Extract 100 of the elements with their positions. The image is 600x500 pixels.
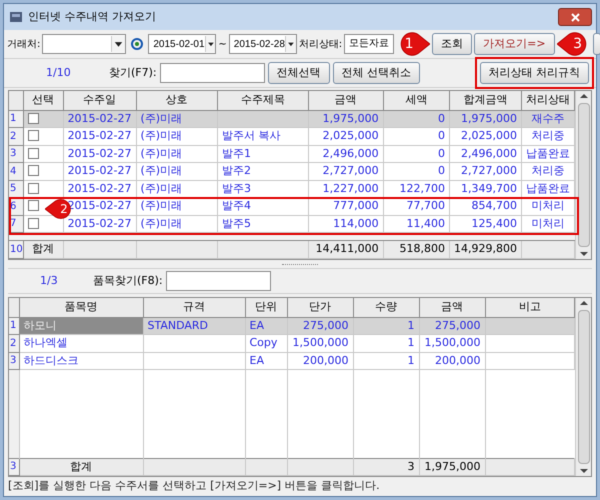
scroll-up-icon[interactable] xyxy=(580,300,588,306)
table-cell: 발주4 xyxy=(217,198,308,215)
status-filter-field[interactable]: 모든자료 xyxy=(344,34,394,54)
row-number: 3 xyxy=(9,352,19,370)
table-cell: 2,727,000 xyxy=(308,162,384,180)
table-cell: 1,500,000 xyxy=(287,334,353,352)
row-number: 2 xyxy=(9,128,24,145)
table-cell: 발주3 xyxy=(217,180,308,198)
date-to-combo[interactable]: 2015-02-28 xyxy=(228,34,297,54)
table-cell: 발주5 xyxy=(217,215,308,232)
total-cell: 3 xyxy=(353,458,419,476)
column-header[interactable]: 금액 xyxy=(308,91,384,110)
table-cell: 1 xyxy=(353,352,419,370)
row-number: 4 xyxy=(9,162,24,180)
total-cell: 1,975,000 xyxy=(419,458,485,476)
toolbar-button[interactable] xyxy=(592,33,600,55)
table-cell: (주)미래 xyxy=(136,180,218,198)
table-cell: 발주서 복사 xyxy=(217,128,308,145)
table-cell: 0 xyxy=(383,162,450,180)
item-row[interactable]: 2 하나엑셀 Copy 1,500,000 1 1,500,000 xyxy=(9,334,574,352)
table-cell: 125,400 xyxy=(449,215,522,232)
row-checkbox[interactable] xyxy=(28,112,39,124)
status-bar-text: [조회]를 실행한 다음 수주서를 선택하고 [가져오기=>] 버튼을 클릭합니다. xyxy=(8,478,380,494)
row-number: 1 xyxy=(9,110,24,128)
item-find-field[interactable] xyxy=(166,271,271,291)
table-cell: 777,000 xyxy=(308,198,384,215)
column-header[interactable]: 세액 xyxy=(383,91,450,110)
scroll-up-icon[interactable] xyxy=(580,93,588,99)
item-row[interactable]: 1 하모니 STANDARD EA 275,000 1 275,000 xyxy=(9,317,574,334)
column-header[interactable]: 수주제목 xyxy=(217,91,308,110)
order-row[interactable]: 3 2015-02-27 (주)미래 발주1 2,496,000 0 2,496,000 납품완료 xyxy=(9,145,574,162)
client-label: 거래처: xyxy=(7,38,40,52)
column-header[interactable]: 상호 xyxy=(136,91,218,110)
search-button[interactable]: 조회 xyxy=(432,33,472,55)
table-cell: 114,000 xyxy=(308,215,384,232)
dropdown-caret-icon xyxy=(111,36,126,52)
row-number: 2 xyxy=(9,334,19,352)
import-button[interactable]: 가져오기=> xyxy=(474,33,555,55)
column-header[interactable]: 처리상태 xyxy=(522,91,574,110)
total-label: 합계 xyxy=(23,240,64,258)
item-count: 1/3 xyxy=(40,272,59,289)
total-cell: 518,800 xyxy=(383,240,450,258)
date-from-combo[interactable]: 2015-02-01 xyxy=(148,34,216,54)
row-number: 3 xyxy=(9,458,19,476)
close-button[interactable] xyxy=(558,8,592,26)
table-cell: 발주2 xyxy=(217,162,308,180)
refresh-icon[interactable] xyxy=(130,37,144,51)
order-row[interactable]: 4 2015-02-27 (주)미래 발주2 2,727,000 0 2,727,000 처리중 xyxy=(9,162,574,180)
column-header[interactable]: 수주일 xyxy=(63,91,136,110)
table-cell: 2,727,000 xyxy=(449,162,522,180)
column-header[interactable]: 단위 xyxy=(245,298,287,317)
row-checkbox[interactable] xyxy=(28,182,39,194)
table-cell: 2015-02-27 xyxy=(63,180,136,198)
vertical-scrollbar[interactable] xyxy=(575,298,591,476)
close-icon xyxy=(570,12,580,22)
table-cell: 854,700 xyxy=(449,198,522,215)
table-cell: (주)미래 xyxy=(136,198,218,215)
table-cell: 1 xyxy=(353,334,419,352)
scroll-down-icon[interactable] xyxy=(580,251,588,257)
app-icon xyxy=(8,9,24,25)
deselect-all-button[interactable]: 전체 선택취소 xyxy=(332,62,420,84)
table-cell: 하드디스크 xyxy=(19,352,143,370)
window-title: 인터넷 수주내역 가져오기 xyxy=(28,8,156,25)
order-row[interactable]: 2 2015-02-27 (주)미래 발주서 복사 2,025,000 0 2,025,000 처리중 xyxy=(9,128,574,145)
column-header[interactable]: 품목명 xyxy=(19,298,143,317)
table-cell: 2015-02-27 xyxy=(63,162,136,180)
column-header[interactable]: 금액 xyxy=(419,298,485,317)
table-cell: EA xyxy=(245,352,287,370)
scrollbar-thumb[interactable] xyxy=(578,103,590,247)
item-find-label: 품목찾기(F8): xyxy=(93,272,163,289)
table-cell: 200,000 xyxy=(419,352,485,370)
table-cell: Copy xyxy=(245,334,287,352)
row-checkbox[interactable] xyxy=(28,148,39,159)
scroll-down-icon[interactable] xyxy=(580,468,588,474)
select-all-button[interactable]: 전체선택 xyxy=(268,62,330,84)
order-row[interactable]: 1 2015-02-27 (주)미래 1,975,000 0 1,975,000 재수주 xyxy=(9,110,574,128)
table-cell: 1,227,000 xyxy=(308,180,384,198)
row-checkbox[interactable] xyxy=(28,165,39,176)
column-header[interactable]: 단가 xyxy=(287,298,353,317)
order-row[interactable]: 7 2015-02-27 (주)미래 발주5 114,000 11,400 125,400 미처리 xyxy=(9,215,574,232)
client-combo[interactable] xyxy=(42,34,126,54)
table-cell: (주)미래 xyxy=(136,215,218,232)
table-cell: 122,700 xyxy=(383,180,450,198)
column-header[interactable]: 수량 xyxy=(353,298,419,317)
table-cell: (주)미래 xyxy=(136,128,218,145)
row-checkbox[interactable] xyxy=(28,200,39,212)
item-row[interactable]: 3 하드디스크 EA 200,000 1 200,000 xyxy=(9,352,574,370)
table-cell: 1,349,700 xyxy=(449,180,522,198)
table-cell: 11,400 xyxy=(383,215,450,232)
column-header[interactable]: 합계금액 xyxy=(449,91,522,110)
scrollbar-thumb[interactable] xyxy=(578,310,590,464)
status-rule-button[interactable]: 처리상태 처리규칙 xyxy=(480,62,589,84)
row-checkbox[interactable] xyxy=(28,130,39,142)
vertical-scrollbar[interactable] xyxy=(575,91,591,259)
column-header[interactable]: 규격 xyxy=(143,298,245,317)
order-count: 1/10 xyxy=(46,64,72,81)
column-header[interactable]: 선택 xyxy=(23,91,64,110)
row-checkbox[interactable] xyxy=(28,218,39,229)
column-header[interactable]: 비고 xyxy=(485,298,574,317)
order-find-field[interactable] xyxy=(160,63,265,83)
